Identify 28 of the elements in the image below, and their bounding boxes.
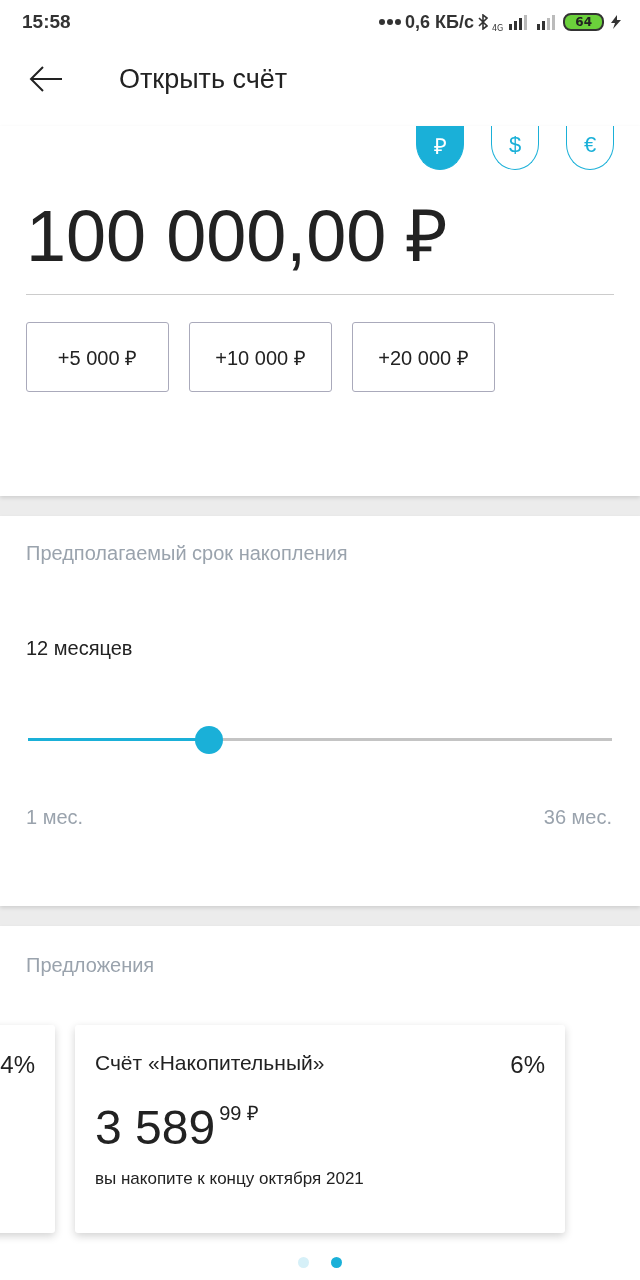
page-dot[interactable] (298, 1257, 309, 1268)
slider-thumb[interactable] (195, 726, 224, 754)
min-label: 1 мес. (26, 806, 84, 829)
quick-add-button[interactable]: +20 000 ₽ (352, 322, 495, 392)
back-arrow-icon[interactable] (28, 65, 64, 93)
quick-add-button[interactable]: +10 000 ₽ (189, 322, 332, 392)
page-dot[interactable] (331, 1257, 342, 1268)
battery-level: 64 (563, 13, 604, 31)
offer-amount: 3 589$^{99 ₽}$ (95, 1100, 260, 1155)
bluetooth-icon (478, 14, 488, 30)
page-title: Открыть счёт (119, 63, 288, 95)
offer-rate: 6% (510, 1051, 545, 1079)
offer-card[interactable]: Счёт «Накопительный» 6% 3 589$^{99 ₽}$ вы накопите к концу октября 2021 (75, 1025, 565, 1233)
offer-card[interactable]: 4% (0, 1025, 55, 1233)
network-type: 4G (492, 23, 504, 33)
section-label: Предполагаемый срок накопления (26, 542, 349, 565)
offer-rate: 4% (0, 1051, 35, 1079)
quick-add-button[interactable]: +5 000 ₽ (26, 322, 169, 392)
clock-time: 15:58 (22, 11, 71, 33)
offer-note: вы накопите к концу октября 2021 (95, 1169, 365, 1189)
max-label: 36 мес. (543, 806, 612, 829)
term-slider[interactable] (28, 726, 612, 754)
network-speed: 0,6 КБ/с (405, 11, 474, 33)
section-label: Предложения (25, 954, 156, 977)
term-value: 12 месяцев (26, 637, 134, 660)
amount-field[interactable]: 100 000,00 ₽ (26, 170, 614, 295)
more-dots-icon (379, 18, 402, 26)
offer-title: Счёт «Накопительный» (95, 1051, 325, 1076)
